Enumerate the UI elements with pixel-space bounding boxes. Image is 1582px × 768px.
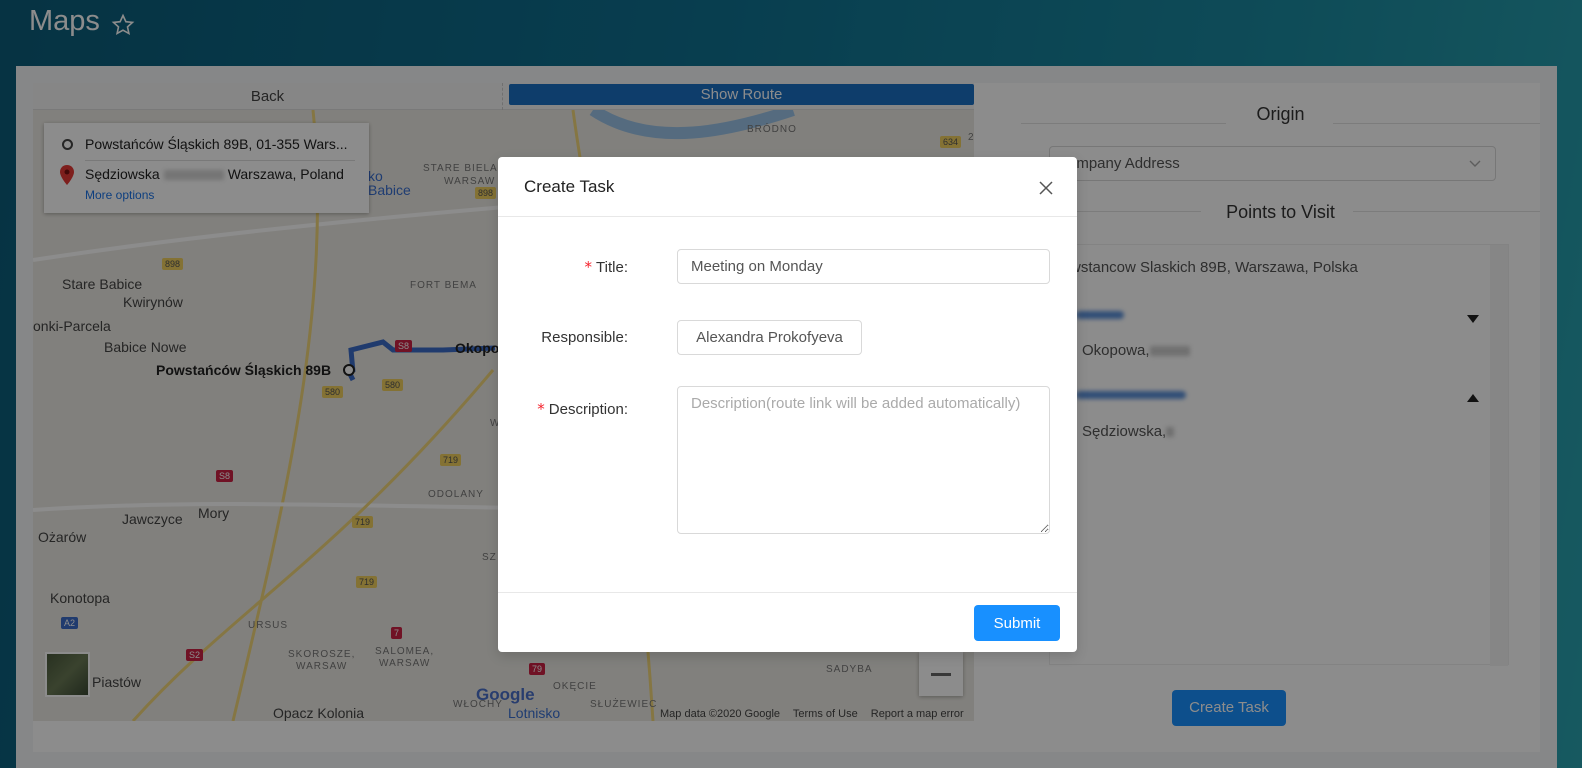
- label-colon: :: [623, 401, 628, 418]
- submit-button[interactable]: Submit: [974, 605, 1060, 641]
- required-mark: *: [537, 400, 545, 418]
- title-label-text: Title: [596, 259, 624, 276]
- label-colon: :: [623, 329, 628, 346]
- title-label: * Title:: [498, 258, 628, 276]
- responsible-select[interactable]: Alexandra Prokofyeva: [677, 320, 862, 355]
- modal-footer-divider: [498, 592, 1077, 593]
- close-icon[interactable]: [1038, 180, 1054, 196]
- title-input[interactable]: [677, 249, 1050, 284]
- create-task-modal: Create Task *Title: Responsible: Alexand…: [498, 157, 1077, 652]
- modal-title: Create Task: [524, 177, 615, 196]
- description-label: * Description:: [498, 400, 628, 418]
- responsible-label: Responsible:: [498, 329, 628, 346]
- required-mark: *: [584, 258, 593, 276]
- modal-header: Create Task: [498, 157, 1077, 217]
- description-textarea[interactable]: [677, 386, 1050, 534]
- description-label-text: Description: [548, 401, 624, 418]
- label-colon: :: [623, 259, 628, 276]
- responsible-label-text: Responsible: [541, 329, 624, 346]
